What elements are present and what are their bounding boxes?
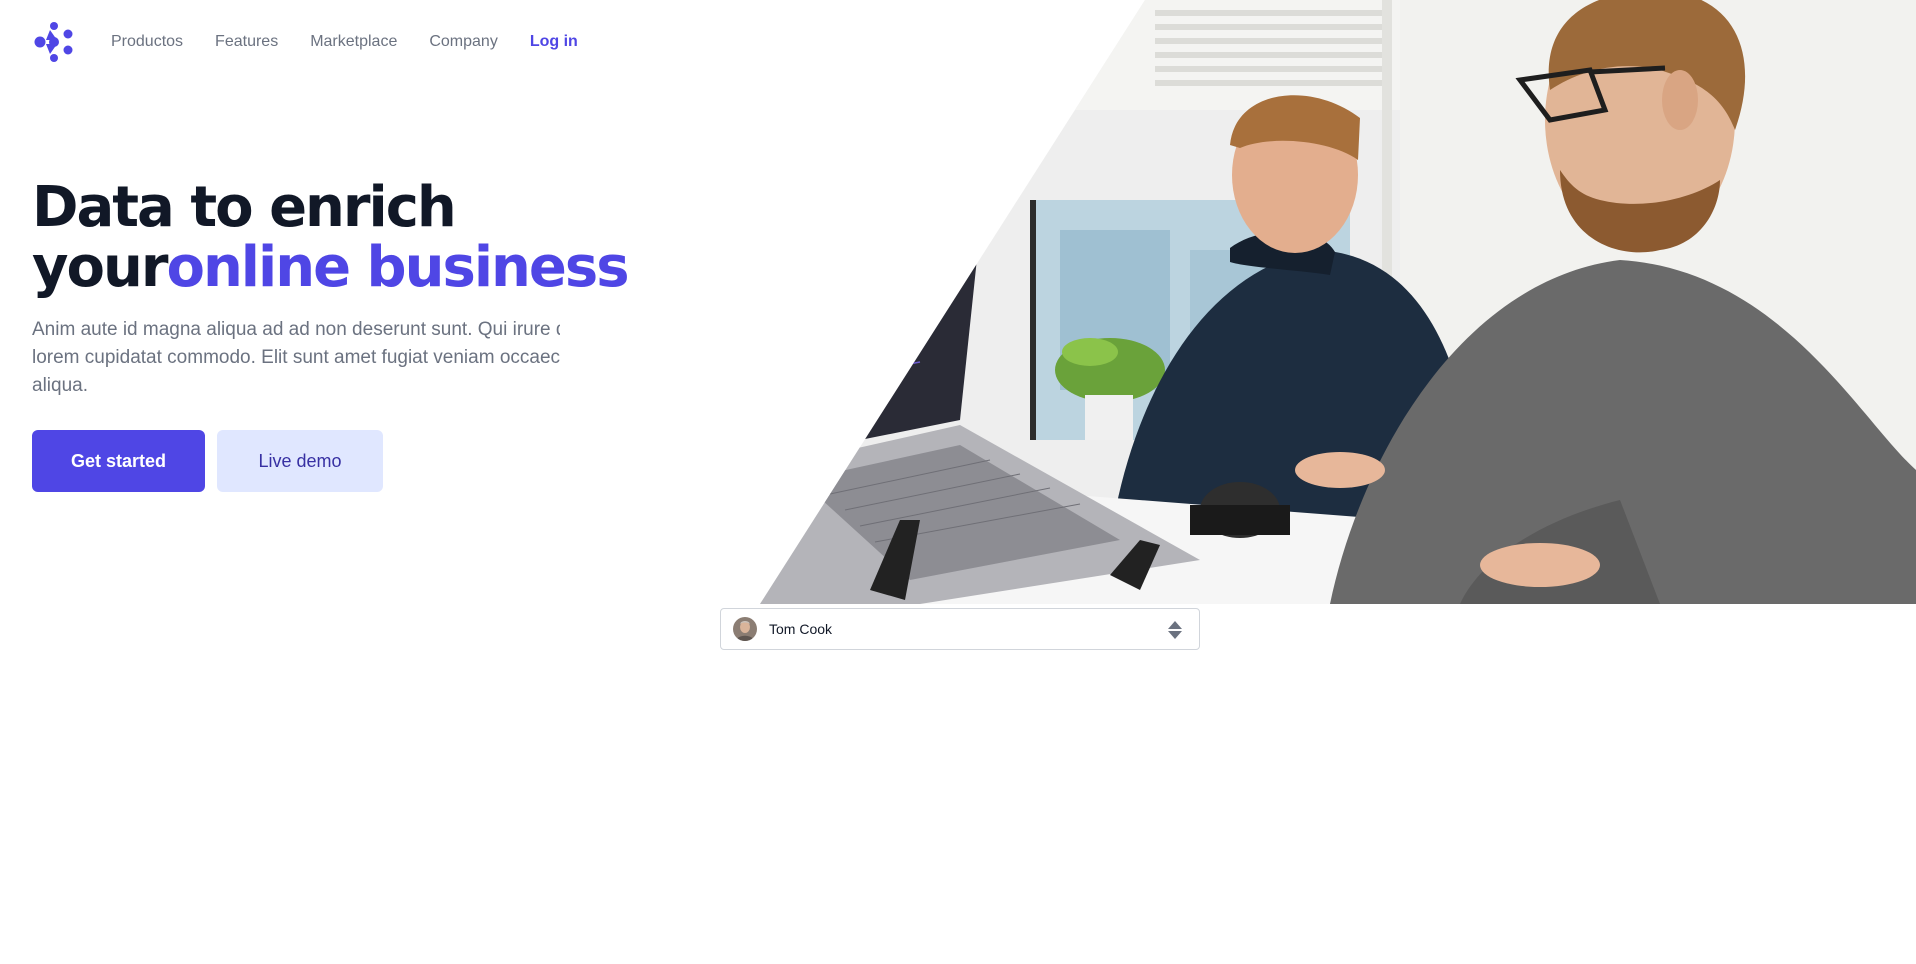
headline-accent: online business — [166, 235, 629, 300]
user-avatar — [733, 617, 757, 641]
live-demo-button[interactable]: Live demo — [217, 430, 383, 492]
hero-image — [760, 0, 1916, 604]
hero-subtitle: Anim aute id magna aliqua ad ad non dese… — [32, 319, 560, 396]
hero-cta: Get started Live demo — [32, 430, 383, 492]
headline-plain: your — [32, 235, 168, 300]
select-value: Tom Cook — [769, 621, 833, 637]
top-nav: Productos Features Marketplace Company L… — [32, 20, 578, 64]
hero-subtitle-clip: Anim aute id magna aliqua ad ad non dese… — [32, 316, 560, 400]
landing-page: Productos Features Marketplace Company L… — [0, 0, 1916, 964]
brand-logo-icon[interactable] — [32, 20, 76, 64]
nav-link-productos[interactable]: Productos — [111, 33, 183, 51]
nav-link-company[interactable]: Company — [429, 33, 497, 51]
hero-headline: Data to enrich youronline business — [32, 175, 630, 300]
nav-link-marketplace[interactable]: Marketplace — [310, 33, 397, 51]
hero-text: Data to enrich youronline business Anim … — [32, 175, 630, 400]
login-link[interactable]: Log in — [530, 33, 578, 51]
user-select[interactable]: Tom Cook — [720, 608, 1200, 650]
nav-link-features[interactable]: Features — [215, 33, 278, 51]
headline-line-1: Data to enrich — [32, 175, 457, 240]
chevron-up-down-icon — [1168, 621, 1182, 639]
get-started-button[interactable]: Get started — [32, 430, 205, 492]
